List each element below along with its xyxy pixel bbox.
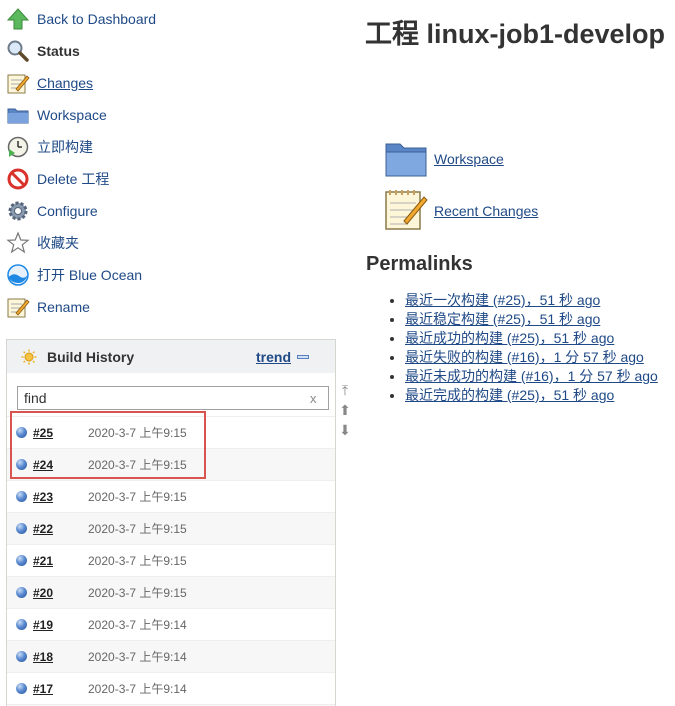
- build-status-ball-icon: [16, 555, 27, 566]
- build-number-link[interactable]: #20: [33, 586, 83, 600]
- collapse-icon[interactable]: [297, 355, 309, 359]
- build-number-link[interactable]: #17: [33, 682, 83, 696]
- build-date[interactable]: 2020-3-7 上午9:15: [88, 552, 187, 569]
- no-entry-icon: [6, 167, 30, 191]
- build-date[interactable]: 2020-3-7 上午9:15: [88, 488, 187, 505]
- scroll-up-icon[interactable]: ⬆: [336, 400, 354, 420]
- build-number-link[interactable]: #18: [33, 650, 83, 664]
- build-status-ball-icon: [16, 651, 27, 662]
- task-open-blue-ocean[interactable]: 打开 Blue Ocean: [6, 259, 326, 291]
- task-workspace[interactable]: Workspace: [6, 99, 326, 131]
- clock-play-icon: [6, 135, 30, 159]
- build-row: #19 2020-3-7 上午9:14: [7, 608, 335, 640]
- task-label: 收藏夹: [37, 235, 79, 251]
- task-label: Status: [37, 43, 80, 59]
- clear-filter-button[interactable]: x: [310, 391, 317, 406]
- build-number-link[interactable]: #19: [33, 618, 83, 632]
- build-status-ball-icon: [16, 587, 27, 598]
- build-date[interactable]: 2020-3-7 上午9:15: [88, 584, 187, 601]
- workspace-link[interactable]: Workspace: [434, 151, 504, 167]
- magnifier-icon: [6, 39, 30, 63]
- permalink-link[interactable]: 最近未成功的构建 (#16)，1 分 57 秒 ago: [405, 368, 658, 384]
- task-label: 打开 Blue Ocean: [37, 267, 143, 283]
- trend-link[interactable]: trend: [256, 349, 291, 365]
- build-history-header: Build History trend: [7, 340, 335, 373]
- task-label: Back to Dashboard: [37, 11, 157, 27]
- permalink-item: 最近成功的构建 (#25)，51 秒 ago: [405, 329, 658, 348]
- history-scroll-controls: ⤒ ⬆ ⬇: [336, 380, 354, 442]
- task-back-to-dashboard[interactable]: Back to Dashboard: [6, 3, 326, 35]
- permalink-link[interactable]: 最近成功的构建 (#25)，51 秒 ago: [405, 330, 614, 346]
- build-date[interactable]: 2020-3-7 上午9:15: [88, 520, 187, 537]
- build-row: #21 2020-3-7 上午9:15: [7, 544, 335, 576]
- sun-icon: [21, 349, 37, 365]
- permalinks-heading: Permalinks: [366, 253, 473, 275]
- star-icon: [6, 231, 30, 255]
- recent-changes-link[interactable]: Recent Changes: [434, 203, 538, 219]
- task-label: Configure: [37, 203, 98, 219]
- scroll-down-icon[interactable]: ⬇: [336, 420, 354, 440]
- build-number-link[interactable]: #23: [33, 490, 83, 504]
- build-date[interactable]: 2020-3-7 上午9:14: [88, 680, 187, 697]
- build-status-ball-icon: [16, 619, 27, 630]
- task-label: Rename: [37, 299, 90, 315]
- build-status-ball-icon: [16, 459, 27, 470]
- notepad-icon: [6, 71, 30, 95]
- gear-icon: [6, 199, 30, 223]
- task-configure[interactable]: Configure: [6, 195, 326, 227]
- task-label: Workspace: [37, 107, 107, 123]
- permalink-item: 最近未成功的构建 (#16)，1 分 57 秒 ago: [405, 367, 658, 386]
- build-status-ball-icon: [16, 683, 27, 694]
- build-row: #17 2020-3-7 上午9:14: [7, 672, 335, 704]
- build-filter-input[interactable]: [17, 386, 329, 410]
- build-number-link[interactable]: #21: [33, 554, 83, 568]
- notepad-icon: [384, 187, 428, 231]
- build-row: #18 2020-3-7 上午9:14: [7, 640, 335, 672]
- side-panel-tasks: Back to Dashboard Status Changes Workspa…: [6, 3, 326, 323]
- build-number-link[interactable]: #22: [33, 522, 83, 536]
- permalinks-list: 最近一次构建 (#25)，51 秒 ago 最近稳定构建 (#25)，51 秒 a…: [388, 291, 658, 405]
- scroll-top-icon[interactable]: ⤒: [336, 380, 354, 400]
- task-label: 立即构建: [37, 139, 93, 155]
- permalink-item: 最近完成的构建 (#25)，51 秒 ago: [405, 386, 658, 405]
- build-row: #23 2020-3-7 上午9:15: [7, 480, 335, 512]
- task-rename[interactable]: Rename: [6, 291, 326, 323]
- build-date[interactable]: 2020-3-7 上午9:15: [88, 456, 187, 473]
- blue-ocean-icon: [6, 263, 30, 287]
- build-status-ball-icon: [16, 523, 27, 534]
- permalink-item: 最近失败的构建 (#16)，1 分 57 秒 ago: [405, 348, 658, 367]
- build-row: #24 2020-3-7 上午9:15: [7, 448, 335, 480]
- build-status-ball-icon: [16, 427, 27, 438]
- permalink-item: 最近一次构建 (#25)，51 秒 ago: [405, 291, 658, 310]
- task-favorite[interactable]: 收藏夹: [6, 227, 326, 259]
- task-label: Delete 工程: [37, 171, 110, 187]
- permalink-link[interactable]: 最近完成的构建 (#25)，51 秒 ago: [405, 387, 614, 403]
- permalink-link[interactable]: 最近一次构建 (#25)，51 秒 ago: [405, 292, 600, 308]
- task-delete-project[interactable]: Delete 工程: [6, 163, 326, 195]
- permalink-item: 最近稳定构建 (#25)，51 秒 ago: [405, 310, 658, 329]
- build-history-title: Build History: [47, 348, 135, 365]
- build-row: #25 2020-3-7 上午9:15: [7, 416, 335, 448]
- permalink-link[interactable]: 最近稳定构建 (#25)，51 秒 ago: [405, 311, 600, 327]
- build-date[interactable]: 2020-3-7 上午9:14: [88, 616, 187, 633]
- arrow-up-icon: [6, 7, 30, 31]
- task-label: Changes: [37, 75, 94, 91]
- task-changes[interactable]: Changes: [6, 67, 326, 99]
- permalink-link[interactable]: 最近失败的构建 (#16)，1 分 57 秒 ago: [405, 349, 644, 365]
- notepad-icon: [6, 295, 30, 319]
- folder-icon: [6, 103, 30, 127]
- build-row: #20 2020-3-7 上午9:15: [7, 576, 335, 608]
- build-number-link[interactable]: #25: [33, 426, 83, 440]
- task-status[interactable]: Status: [6, 35, 326, 67]
- build-status-ball-icon: [16, 491, 27, 502]
- build-row: #22 2020-3-7 上午9:15: [7, 512, 335, 544]
- build-date[interactable]: 2020-3-7 上午9:15: [88, 424, 187, 441]
- build-history-panel: Build History trend x #25 2020-3-7 上午9:15…: [6, 339, 336, 706]
- task-build-now[interactable]: 立即构建: [6, 131, 326, 163]
- folder-icon: [384, 136, 428, 180]
- build-list: #25 2020-3-7 上午9:15 #24 2020-3-7 上午9:15 #23 2…: [7, 416, 335, 706]
- page-title: 工程 linux-job1-develop: [365, 19, 666, 49]
- build-number-link[interactable]: #24: [33, 458, 83, 472]
- build-date[interactable]: 2020-3-7 上午9:14: [88, 648, 187, 665]
